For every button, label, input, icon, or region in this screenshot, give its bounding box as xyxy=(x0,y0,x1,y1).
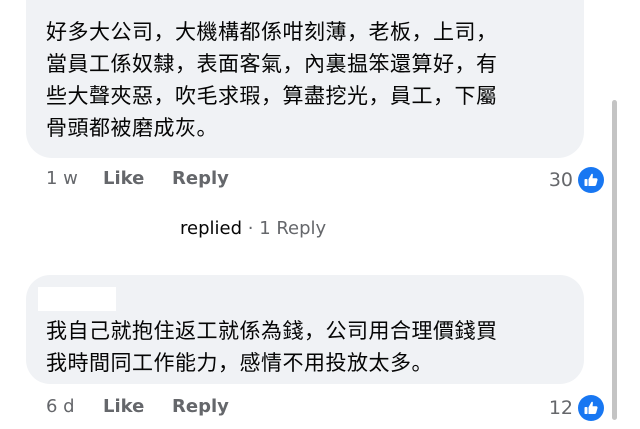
comment-text-line: 好多大公司，大機構都係咁刻薄，老板，上司， xyxy=(46,20,498,44)
view-replies-link[interactable]: replied · 1 Reply xyxy=(180,218,326,239)
comment-text-line: 我自己就抱住返工就係為錢，公司用合理價錢買 xyxy=(46,319,498,343)
comment-timestamp[interactable]: 6 d xyxy=(46,396,75,417)
reply-button[interactable]: Reply xyxy=(172,168,229,189)
comment-bubble: 我自己就抱住返工就係為錢，公司用合理價錢買 我時間同工作能力，感情不用投放太多。 xyxy=(26,275,584,384)
comment-actions: 6 d Like Reply 12 xyxy=(26,393,604,423)
reaction-summary[interactable]: 12 xyxy=(549,393,604,423)
scrollbar[interactable] xyxy=(612,100,617,420)
reaction-count: 30 xyxy=(548,169,573,191)
comment-actions: 1 w Like Reply 30 xyxy=(26,165,604,195)
redacted-author-name xyxy=(38,287,116,311)
reaction-summary[interactable]: 30 xyxy=(549,165,604,195)
replies-separator: · xyxy=(242,218,260,239)
comment-timestamp[interactable]: 1 w xyxy=(46,168,78,189)
like-button[interactable]: Like xyxy=(103,168,144,189)
comment-text-line: 當員工係奴隸，表面客氣，內裏揾笨還算好，有 xyxy=(46,52,498,76)
like-button[interactable]: Like xyxy=(103,396,144,417)
thumbs-up-icon xyxy=(578,395,604,421)
comment-text-line: 些大聲夾惡，吹毛求瑕，算盡挖光，員工，下屬 xyxy=(46,84,498,108)
replies-count: 1 Reply xyxy=(259,218,327,239)
comment-bubble: 好多大公司，大機構都係咁刻薄，老板，上司， 當員工係奴隸，表面客氣，內裏揾笨還算… xyxy=(26,0,584,158)
comment-text-line: 我時間同工作能力，感情不用投放太多。 xyxy=(46,351,433,375)
replied-label: replied xyxy=(180,218,243,239)
reaction-count: 12 xyxy=(548,397,573,419)
thumbs-up-icon xyxy=(578,167,604,193)
reply-button[interactable]: Reply xyxy=(172,396,229,417)
comment-text-line: 骨頭都被磨成灰。 xyxy=(46,116,218,140)
